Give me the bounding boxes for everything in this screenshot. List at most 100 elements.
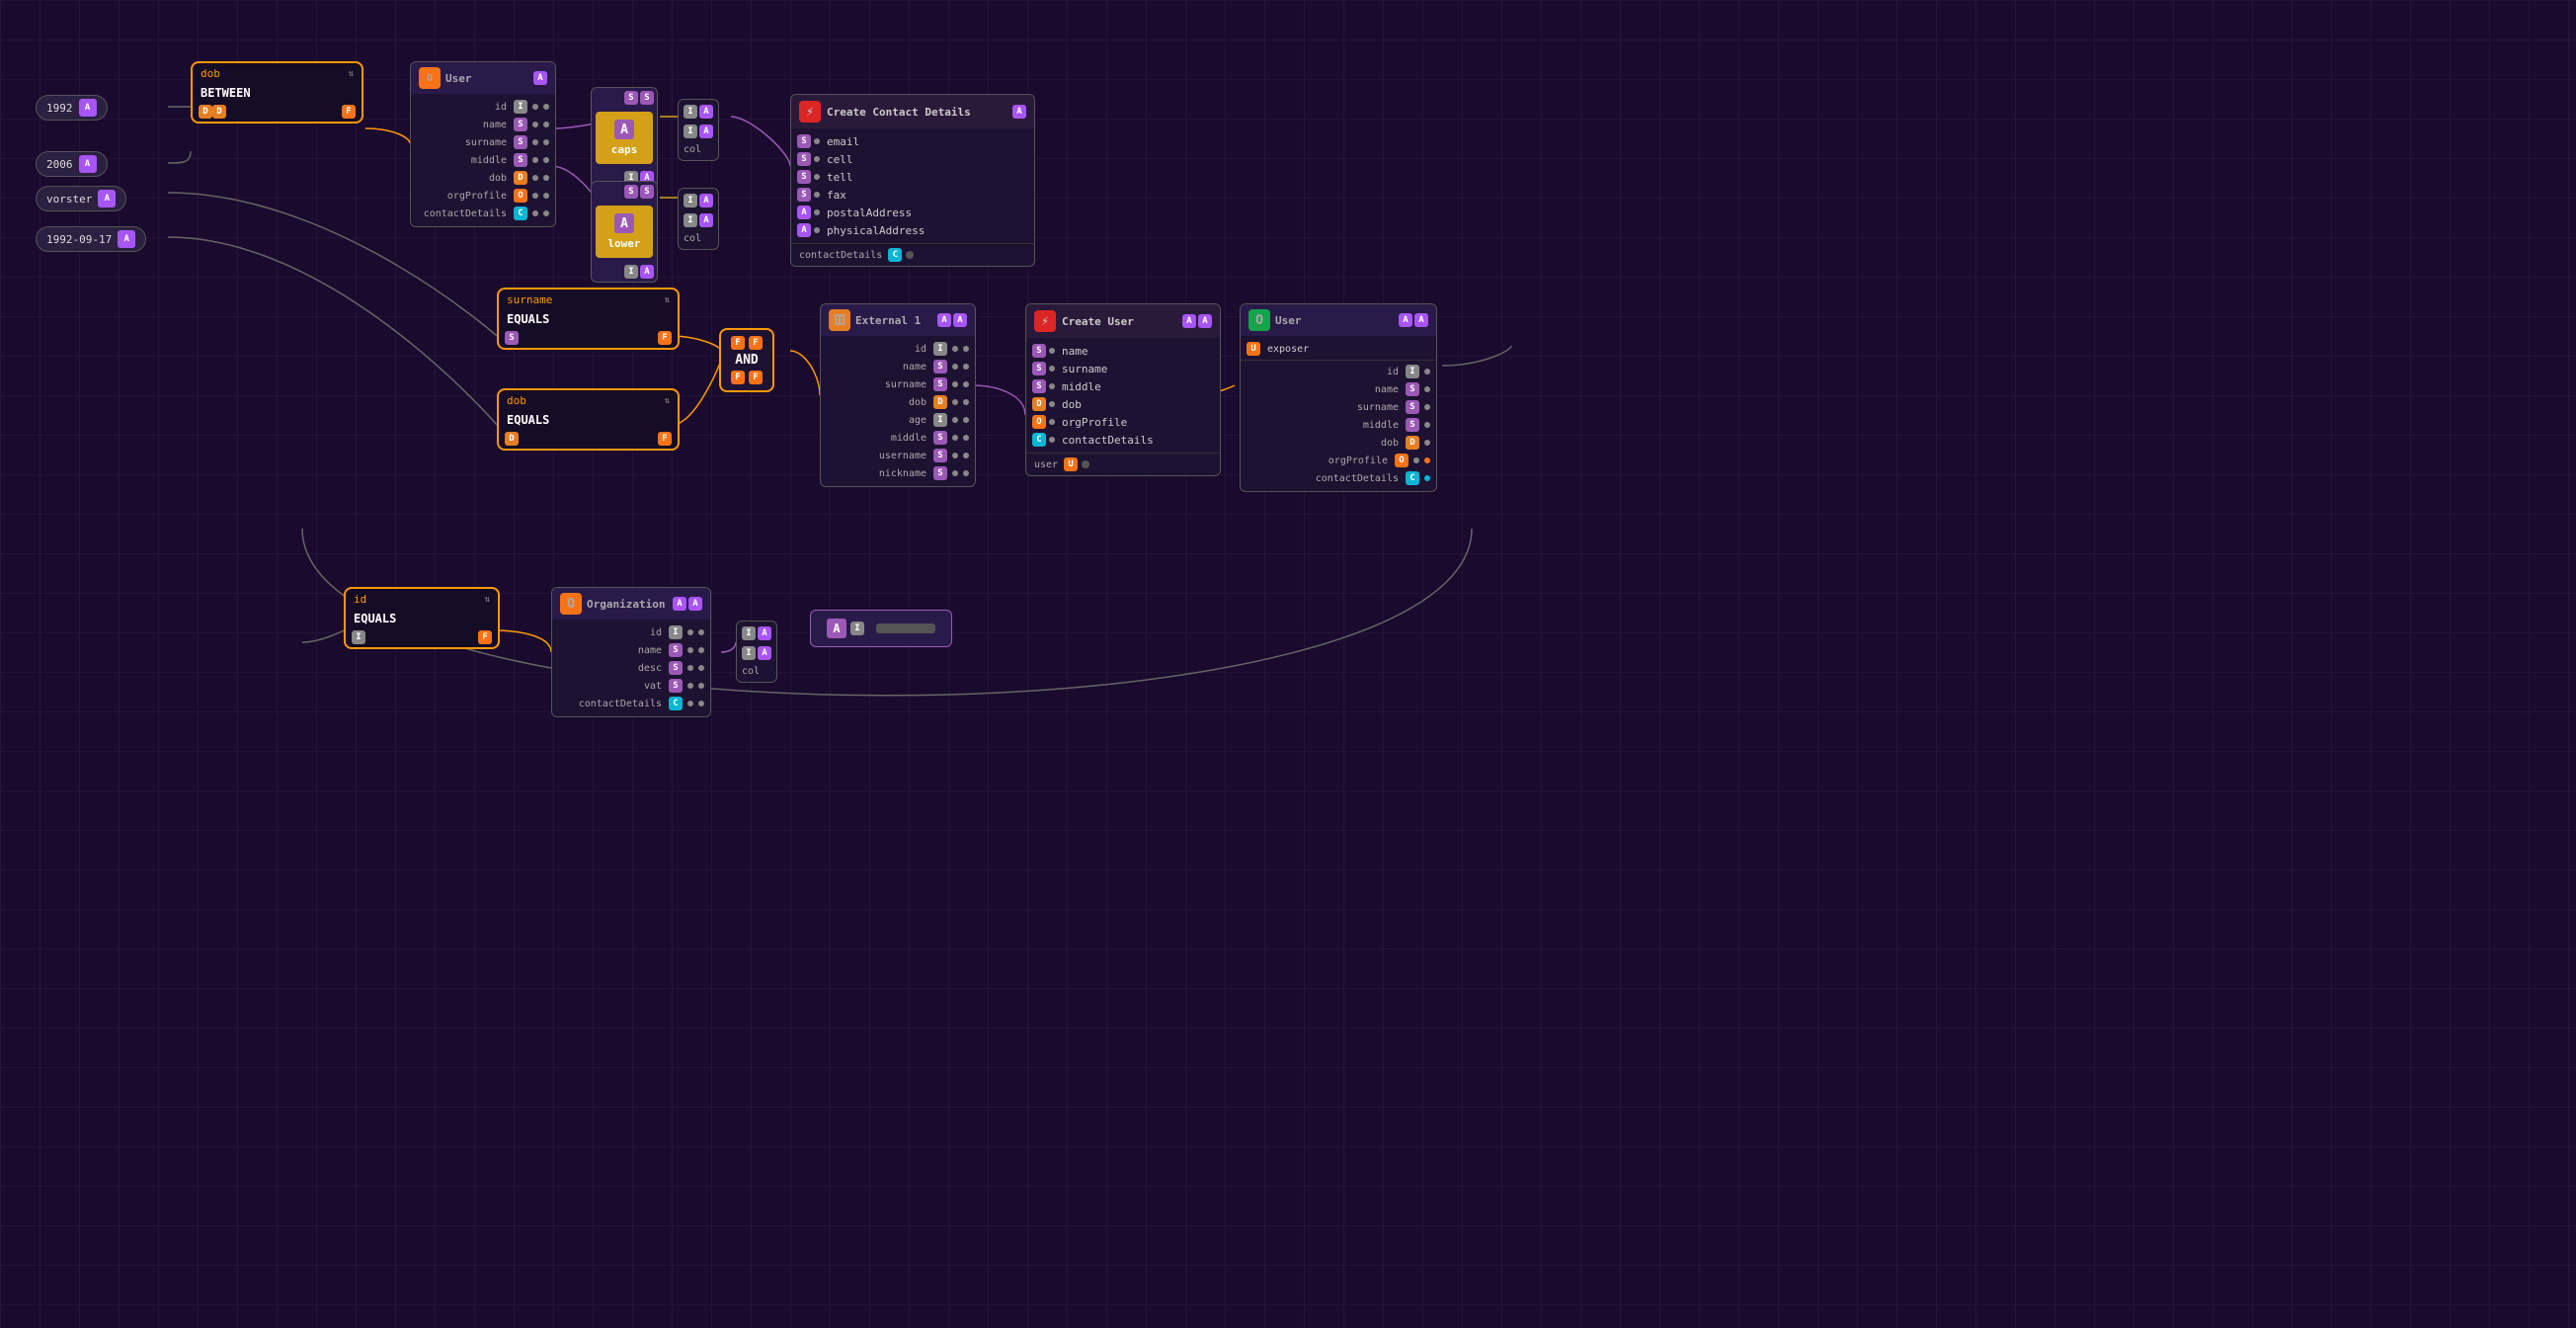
input-vorster-value: vorster xyxy=(46,193,92,206)
col-node-top[interactable]: I A I A col xyxy=(678,99,719,161)
id-filter-operator: EQUALS xyxy=(346,610,498,627)
external1-node[interactable]: 🗄 External 1 A A id I name S surname xyxy=(820,303,976,487)
surname-equals-filter[interactable]: surname ⇅ EQUALS S F xyxy=(497,288,680,350)
input-2006-badge: A xyxy=(79,155,97,173)
cu-field-middle: S middle xyxy=(1026,377,1220,395)
col-label-top: col xyxy=(682,142,703,157)
user-field-id: id I xyxy=(411,98,555,116)
id-filter-footer: I F xyxy=(346,627,498,647)
user-node2-body: U exposer id I name S surname S middle xyxy=(1241,336,1436,491)
dob2-filter-header: dob ⇅ xyxy=(499,390,678,411)
connections-layer xyxy=(0,0,2576,1328)
dob-between-filter[interactable]: dob ⇅ BETWEEN D D F xyxy=(191,61,363,124)
create-user-node[interactable]: ⚡ Create User A A S name S surname S mid… xyxy=(1025,303,1221,476)
user-field-contactdetails: contactDetails C xyxy=(411,205,555,222)
org-field-vat: vat S xyxy=(552,677,710,695)
caps-node[interactable]: S S A caps I A xyxy=(591,87,658,189)
org-icon: O xyxy=(560,593,582,615)
contact-field-fax: S fax xyxy=(791,186,1034,204)
surname-filter-title: surname xyxy=(507,293,552,306)
create-contact-header: ⚡ Create Contact Details A xyxy=(791,95,1034,128)
org-field-name: name S xyxy=(552,641,710,659)
dob-equals-filter[interactable]: dob ⇅ EQUALS D F xyxy=(497,388,680,451)
contact-field-postal: A postalAddress xyxy=(791,204,1034,221)
col-node-mid[interactable]: I A I A col xyxy=(678,188,719,250)
user-node-top-body: id I name S surname S middle S xyxy=(411,94,555,226)
cu-output-row: user U xyxy=(1026,453,1220,475)
surname-filter-f-port: F xyxy=(658,331,672,345)
id-filter-title: id xyxy=(354,593,366,606)
dob-filter-header: dob ⇅ xyxy=(193,63,362,84)
surname-filter-operator: EQUALS xyxy=(499,310,678,328)
contact-field-tell: S tell xyxy=(791,168,1034,186)
and-left-port: F xyxy=(731,336,745,350)
dob-filter-left-port2: D xyxy=(212,105,226,119)
user-field-middle: middle S xyxy=(411,151,555,169)
surname-filter-header: surname ⇅ xyxy=(499,290,678,310)
user-field-orgprofile: orgProfile O xyxy=(411,187,555,205)
ext-field-nickname: nickname S xyxy=(821,464,975,482)
cu-field-surname: S surname xyxy=(1026,360,1220,377)
user2-field-middle: middle S xyxy=(1241,416,1436,434)
and-label: AND xyxy=(731,353,763,368)
input-date[interactable]: 1992-09-17 A xyxy=(36,226,146,252)
col-node-org[interactable]: I A I A col xyxy=(736,621,777,683)
create-user-header: ⚡ Create User A A xyxy=(1026,304,1220,338)
user2-field-id: id I xyxy=(1241,363,1436,380)
lower-text: lower xyxy=(600,237,649,250)
ext-field-username: username S xyxy=(821,447,975,464)
dob2-filter-footer: D F xyxy=(499,429,678,449)
input-1992[interactable]: 1992 A xyxy=(36,95,108,121)
org-header: O Organization A A xyxy=(552,588,710,620)
canvas: 1992 A 2006 A vorster A 1992-09-17 A dob… xyxy=(0,0,2576,1328)
caps-text: caps xyxy=(600,143,649,156)
contact-output-row: contactDetails C xyxy=(791,243,1034,266)
dob-filter-title: dob xyxy=(201,67,220,80)
user-top-out-badge: A xyxy=(533,71,547,85)
create-contact-out-a: A xyxy=(1012,105,1026,119)
create-user-title: Create User xyxy=(1062,315,1134,328)
create-contact-details-node[interactable]: ⚡ Create Contact Details A S email S cel… xyxy=(790,94,1035,267)
ext-field-name: name S xyxy=(821,358,975,375)
caps-in-s2: S xyxy=(640,91,654,105)
user-node-top-title: User xyxy=(445,72,472,85)
dob-filter-operator: BETWEEN xyxy=(193,84,362,102)
contact-field-email: S email xyxy=(791,132,1034,150)
user2-field-surname: surname S xyxy=(1241,398,1436,416)
input-2006-value: 2006 xyxy=(46,158,73,171)
id-filter-f-port: F xyxy=(478,630,492,644)
caps-in-s: S xyxy=(624,91,638,105)
org-field-desc: desc S xyxy=(552,659,710,677)
lower-node[interactable]: S S A lower I A xyxy=(591,181,658,283)
user2-field-name: name S xyxy=(1241,380,1436,398)
create-contact-icon: ⚡ xyxy=(799,101,821,123)
org-body: id I name S desc S vat S xyxy=(552,620,710,716)
dob-filter-arrow: ⇅ xyxy=(349,69,354,79)
col-org-label: col xyxy=(740,664,762,679)
user-field-name: name S xyxy=(411,116,555,133)
caps-label: A caps xyxy=(596,112,653,164)
org-field-id: id I xyxy=(552,623,710,641)
user-node2[interactable]: O User A A U exposer id I name S xyxy=(1240,303,1437,492)
ext-field-id: id I xyxy=(821,340,975,358)
and-node[interactable]: F F AND F F xyxy=(719,328,774,392)
surname-filter-s-port: S xyxy=(505,331,519,345)
input-vorster-badge: A xyxy=(98,190,116,208)
input-vorster[interactable]: vorster A xyxy=(36,186,126,211)
cu-field-contactdetails: C contactDetails xyxy=(1026,431,1220,449)
user-node-top-header: O User A xyxy=(411,62,555,94)
create-contact-title: Create Contact Details xyxy=(827,106,971,119)
organization-node[interactable]: O Organization A A id I name S desc xyxy=(551,587,711,717)
user-field-surname: surname S xyxy=(411,133,555,151)
external1-header: 🗄 External 1 A A xyxy=(821,304,975,336)
input-2006[interactable]: 2006 A xyxy=(36,151,108,177)
dob2-filter-operator: EQUALS xyxy=(499,411,678,429)
user-node-top[interactable]: O User A id I name S surname S xyxy=(410,61,556,227)
ai-node[interactable]: A I xyxy=(810,610,952,647)
input-date-badge: A xyxy=(118,230,135,248)
ext-field-age: age I xyxy=(821,411,975,429)
id-filter-i-port: I xyxy=(352,630,365,644)
external1-icon: 🗄 xyxy=(829,309,850,331)
user2-field-contactdetails: contactDetails C xyxy=(1241,469,1436,487)
id-equals-filter[interactable]: id ⇅ EQUALS I F xyxy=(344,587,500,649)
